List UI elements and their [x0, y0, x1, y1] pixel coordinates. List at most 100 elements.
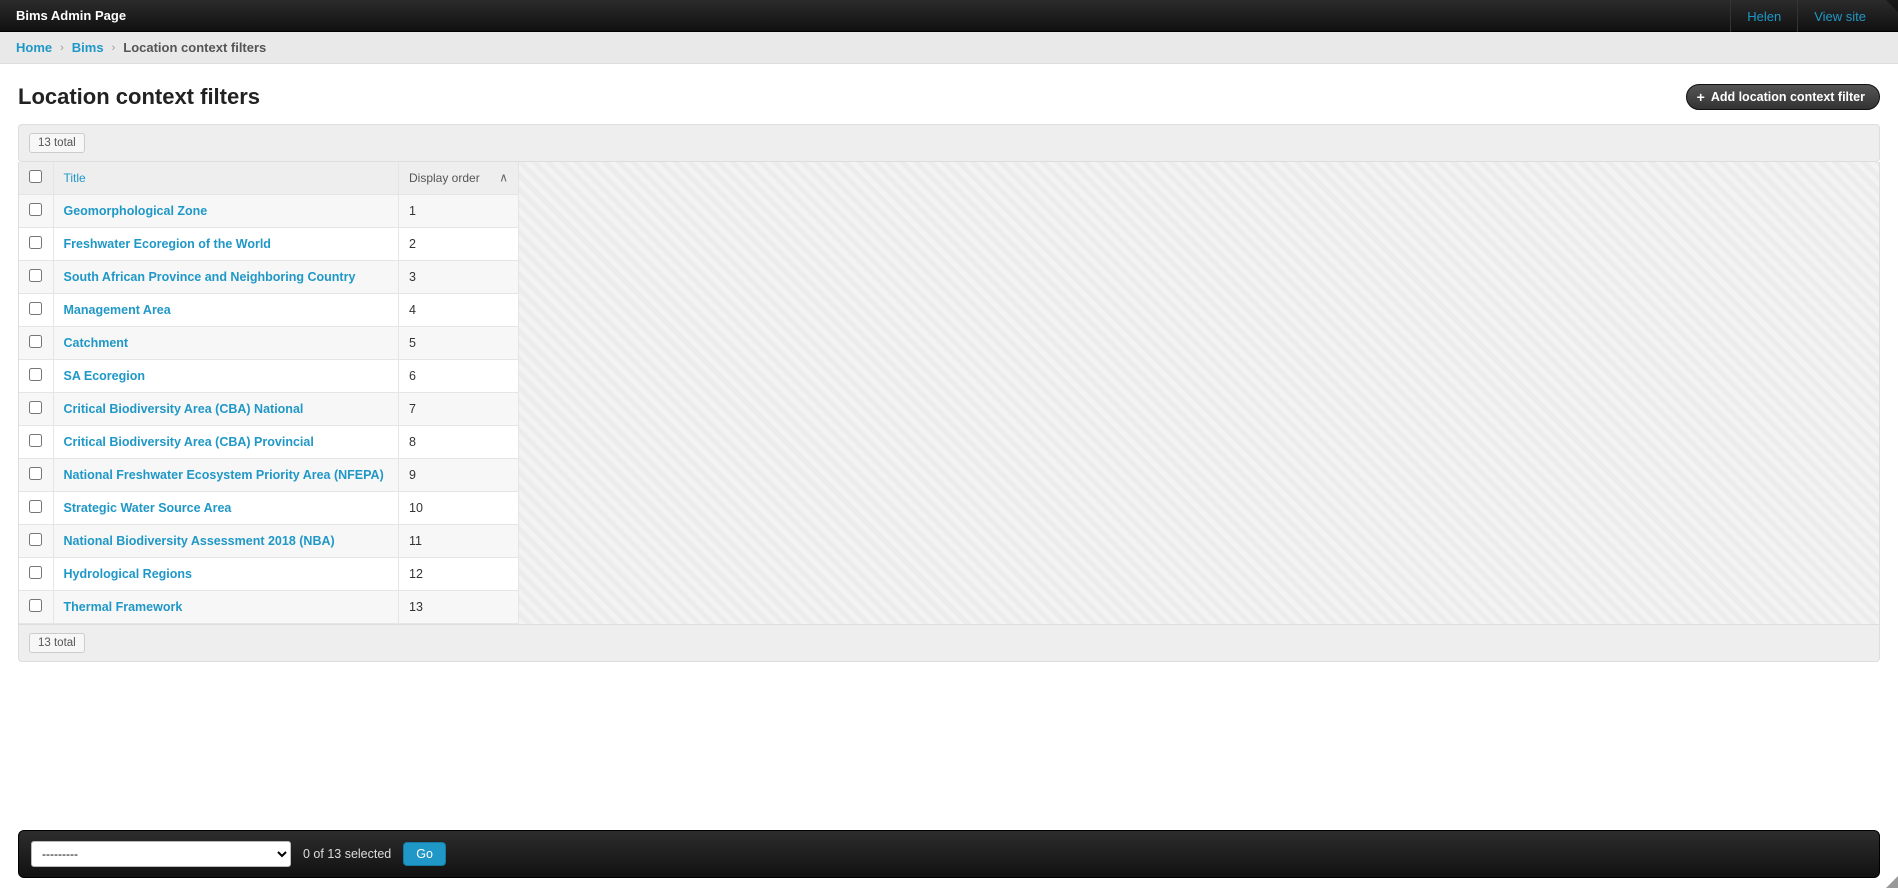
- row-order-cell: 8: [399, 426, 519, 459]
- row-order-cell: 12: [399, 558, 519, 591]
- column-display-order-label: Display order: [409, 171, 480, 185]
- row-order-cell: 13: [399, 591, 519, 624]
- row-title-link[interactable]: Freshwater Ecoregion of the World: [64, 237, 271, 251]
- view-site-link[interactable]: View site: [1797, 0, 1882, 32]
- row-title-cell: National Freshwater Ecosystem Priority A…: [53, 459, 399, 492]
- row-title-link[interactable]: Thermal Framework: [64, 600, 183, 614]
- add-location-context-filter-button[interactable]: + Add location context filter: [1686, 84, 1880, 110]
- add-button-label: Add location context filter: [1711, 90, 1865, 104]
- row-title-cell: Strategic Water Source Area: [53, 492, 399, 525]
- table-row: Hydrological Regions 12: [19, 558, 519, 591]
- resize-handle-icon: [1886, 0, 1898, 12]
- row-order-cell: 5: [399, 327, 519, 360]
- row-select-cell: [19, 525, 53, 558]
- row-order-cell: 4: [399, 294, 519, 327]
- row-select-checkbox[interactable]: [29, 335, 42, 348]
- row-title-cell: Thermal Framework: [53, 591, 399, 624]
- row-select-checkbox[interactable]: [29, 203, 42, 216]
- row-title-cell: South African Province and Neighboring C…: [53, 261, 399, 294]
- row-title-link[interactable]: National Freshwater Ecosystem Priority A…: [64, 468, 384, 482]
- page-header: Location context filters + Add location …: [18, 84, 1880, 110]
- row-title-link[interactable]: Geomorphological Zone: [64, 204, 208, 218]
- table-row: South African Province and Neighboring C…: [19, 261, 519, 294]
- row-order-cell: 10: [399, 492, 519, 525]
- row-select-checkbox[interactable]: [29, 368, 42, 381]
- row-select-checkbox[interactable]: [29, 269, 42, 282]
- count-bar-bottom: 13 total: [18, 625, 1880, 662]
- row-select-cell: [19, 294, 53, 327]
- changelist: Title Display order ∧ Geomorphological Z…: [18, 162, 1880, 625]
- user-menu[interactable]: Helen: [1730, 0, 1797, 32]
- brand-title: Bims Admin Page: [16, 8, 126, 23]
- chevron-right-icon: ›: [60, 42, 64, 54]
- empty-filler: [519, 162, 1879, 624]
- resize-handle-icon: [1886, 876, 1898, 888]
- row-order-cell: 1: [399, 195, 519, 228]
- row-title-link[interactable]: SA Ecoregion: [64, 369, 146, 383]
- page-title: Location context filters: [18, 84, 260, 110]
- table-row: Geomorphological Zone 1: [19, 195, 519, 228]
- table-row: National Freshwater Ecosystem Priority A…: [19, 459, 519, 492]
- row-select-cell: [19, 393, 53, 426]
- row-title-link[interactable]: South African Province and Neighboring C…: [64, 270, 356, 284]
- table-row: SA Ecoregion 6: [19, 360, 519, 393]
- row-select-cell: [19, 459, 53, 492]
- count-bar-top: 13 total: [18, 124, 1880, 162]
- row-select-checkbox[interactable]: [29, 566, 42, 579]
- row-title-link[interactable]: Catchment: [64, 336, 129, 350]
- row-title-cell: SA Ecoregion: [53, 360, 399, 393]
- row-title-cell: Freshwater Ecoregion of the World: [53, 228, 399, 261]
- column-title[interactable]: Title: [53, 162, 399, 195]
- content: Location context filters + Add location …: [0, 64, 1898, 732]
- row-select-checkbox[interactable]: [29, 434, 42, 447]
- total-count-chip: 13 total: [29, 133, 85, 153]
- row-select-cell: [19, 327, 53, 360]
- row-select-checkbox[interactable]: [29, 302, 42, 315]
- select-all-header: [19, 162, 53, 195]
- row-select-checkbox[interactable]: [29, 500, 42, 513]
- action-bar: --------- 0 of 13 selected Go: [18, 830, 1880, 878]
- table-row: Critical Biodiversity Area (CBA) Provinc…: [19, 426, 519, 459]
- table-row: Freshwater Ecoregion of the World 2: [19, 228, 519, 261]
- selection-count: 0 of 13 selected: [303, 847, 391, 861]
- row-select-checkbox[interactable]: [29, 236, 42, 249]
- table-row: National Biodiversity Assessment 2018 (N…: [19, 525, 519, 558]
- navbar-right: Helen View site: [1730, 0, 1882, 31]
- sort-asc-icon: ∧: [499, 170, 508, 184]
- row-title-cell: Catchment: [53, 327, 399, 360]
- row-order-cell: 2: [399, 228, 519, 261]
- row-title-link[interactable]: Hydrological Regions: [64, 567, 193, 581]
- row-title-link[interactable]: Critical Biodiversity Area (CBA) Provinc…: [64, 435, 314, 449]
- row-select-cell: [19, 360, 53, 393]
- navbar: Bims Admin Page Helen View site: [0, 0, 1898, 32]
- column-display-order[interactable]: Display order ∧: [399, 162, 519, 195]
- row-title-link[interactable]: Critical Biodiversity Area (CBA) Nationa…: [64, 402, 304, 416]
- row-select-cell: [19, 195, 53, 228]
- object-table: Title Display order ∧ Geomorphological Z…: [19, 162, 519, 624]
- row-title-link[interactable]: Management Area: [64, 303, 171, 317]
- table-row: Critical Biodiversity Area (CBA) Nationa…: [19, 393, 519, 426]
- table-row: Management Area 4: [19, 294, 519, 327]
- action-select[interactable]: ---------: [31, 841, 291, 867]
- row-select-checkbox[interactable]: [29, 401, 42, 414]
- row-order-cell: 9: [399, 459, 519, 492]
- table-row: Thermal Framework 13: [19, 591, 519, 624]
- row-select-cell: [19, 591, 53, 624]
- breadcrumb: Home › Bims › Location context filters: [0, 32, 1898, 64]
- select-all-checkbox[interactable]: [29, 170, 42, 183]
- row-select-checkbox[interactable]: [29, 467, 42, 480]
- breadcrumb-home[interactable]: Home: [16, 40, 52, 55]
- go-button[interactable]: Go: [403, 842, 446, 866]
- breadcrumb-app[interactable]: Bims: [72, 40, 104, 55]
- breadcrumb-current: Location context filters: [123, 40, 266, 55]
- row-select-checkbox[interactable]: [29, 533, 42, 546]
- row-title-link[interactable]: National Biodiversity Assessment 2018 (N…: [64, 534, 335, 548]
- row-title-cell: Critical Biodiversity Area (CBA) Provinc…: [53, 426, 399, 459]
- row-order-cell: 6: [399, 360, 519, 393]
- row-select-checkbox[interactable]: [29, 599, 42, 612]
- row-order-cell: 3: [399, 261, 519, 294]
- row-title-cell: Hydrological Regions: [53, 558, 399, 591]
- row-title-link[interactable]: Strategic Water Source Area: [64, 501, 232, 515]
- row-title-cell: Management Area: [53, 294, 399, 327]
- row-order-cell: 7: [399, 393, 519, 426]
